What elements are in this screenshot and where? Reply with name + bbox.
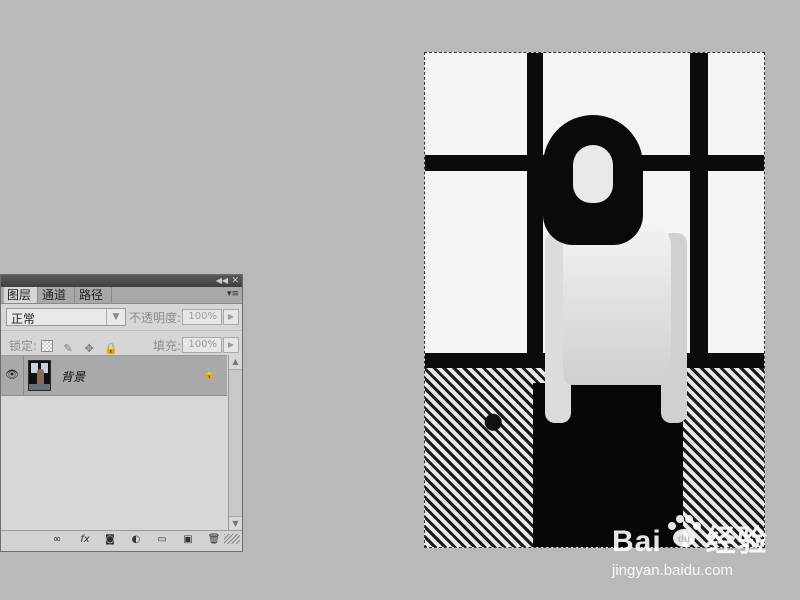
figure-face bbox=[573, 145, 613, 203]
close-icon[interactable]: ✕ bbox=[231, 275, 239, 287]
resize-grip-icon[interactable] bbox=[224, 534, 240, 544]
paw-icon: du bbox=[668, 515, 701, 547]
lock-move-icon[interactable]: ✥ bbox=[83, 343, 95, 355]
lock-all-icon[interactable]: 🔒 bbox=[104, 343, 118, 355]
blend-mode-value: 正常 bbox=[11, 312, 36, 326]
fill-slider-arrow-icon[interactable]: ▶ bbox=[223, 337, 239, 353]
layer-lock-icon: 🔒 bbox=[203, 369, 216, 380]
panel-menu-icon[interactable]: ▾≡ bbox=[227, 289, 239, 299]
svg-text:du: du bbox=[678, 534, 690, 545]
fill-field[interactable]: 100% bbox=[182, 337, 222, 353]
layer-row-background[interactable]: 👁 背景 🔒 bbox=[1, 356, 227, 396]
opacity-slider-arrow-icon[interactable]: ▶ bbox=[223, 309, 239, 325]
lock-transparency-icon[interactable] bbox=[41, 340, 53, 352]
blend-mode-select[interactable]: 正常 ▼ bbox=[6, 308, 126, 326]
opacity-label: 不透明度: bbox=[129, 311, 182, 325]
lock-row: 锁定: ✎ ✥ 🔒 填充: 100% ▶ bbox=[1, 330, 242, 357]
document-canvas[interactable] bbox=[424, 52, 765, 548]
trash-icon[interactable]: 🗑 bbox=[206, 534, 222, 545]
mask-icon[interactable]: ◙ bbox=[102, 534, 118, 545]
eye-separator bbox=[23, 356, 24, 396]
blend-row: 正常 ▼ 不透明度: 100% ▶ bbox=[1, 304, 242, 330]
opacity-field[interactable]: 100% bbox=[182, 309, 222, 325]
chevron-down-icon[interactable]: ▼ bbox=[106, 309, 125, 325]
layer-thumbnail bbox=[28, 360, 51, 391]
panel-tabs: 图层 通道 路径 ▾≡ bbox=[1, 287, 242, 304]
eye-icon[interactable]: 👁 bbox=[4, 367, 20, 383]
folder-icon[interactable]: ▭ bbox=[154, 534, 170, 545]
adjustment-icon[interactable]: ◐ bbox=[128, 534, 144, 545]
new-layer-icon[interactable]: ▣ bbox=[180, 534, 196, 545]
scroll-down-icon[interactable]: ▼ bbox=[229, 516, 242, 531]
tab-channels[interactable]: 通道 bbox=[39, 287, 75, 303]
lock-paint-icon[interactable]: ✎ bbox=[62, 343, 74, 355]
fx-icon[interactable]: fx bbox=[77, 534, 93, 545]
fill-label: 填充: bbox=[153, 339, 182, 353]
layers-panel: ◀◀ ✕ 图层 通道 路径 ▾≡ 正常 ▼ 不透明度: 100% ▶ 锁定: ✎… bbox=[0, 274, 243, 552]
collapse-icon[interactable]: ◀◀ bbox=[216, 275, 228, 287]
layer-name[interactable]: 背景 bbox=[61, 368, 85, 385]
tab-layers[interactable]: 图层 bbox=[4, 287, 38, 303]
layers-scrollbar[interactable]: ▲ ▼ bbox=[228, 355, 242, 531]
figure-top bbox=[563, 225, 671, 385]
scroll-up-icon[interactable]: ▲ bbox=[229, 355, 242, 370]
panel-title-bar[interactable]: ◀◀ ✕ bbox=[1, 275, 242, 287]
lock-label: 锁定: bbox=[9, 339, 38, 353]
watermark-url: jingyan.baidu.com bbox=[612, 562, 733, 579]
tab-paths[interactable]: 路径 bbox=[76, 287, 112, 303]
layers-list: 👁 背景 🔒 bbox=[1, 355, 227, 532]
link-icon[interactable]: ∞ bbox=[49, 534, 65, 545]
layers-bottom-toolbar: ∞ fx ◙ ◐ ▭ ▣ 🗑 bbox=[1, 530, 242, 551]
lock-icons: ✎ ✥ 🔒 bbox=[41, 337, 120, 356]
